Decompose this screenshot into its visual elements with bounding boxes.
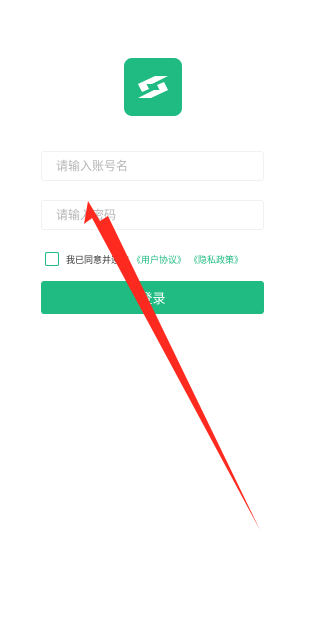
user-agreement-link[interactable]: 《用户协议》	[132, 253, 186, 266]
agreement-row: 我已同意并遵守 《用户协议》 《隐私政策》	[45, 251, 243, 267]
password-field[interactable]	[41, 200, 264, 230]
app-logo	[124, 58, 182, 116]
username-input[interactable]	[42, 152, 263, 180]
password-input[interactable]	[42, 201, 263, 229]
username-field[interactable]	[41, 151, 264, 181]
privacy-policy-link[interactable]: 《隐私政策》	[189, 253, 243, 266]
login-button[interactable]: 登录	[41, 281, 264, 314]
app-logo-icon	[138, 76, 168, 98]
agreement-text: 我已同意并遵守	[66, 255, 130, 266]
agreement-checkbox[interactable]	[45, 252, 59, 266]
